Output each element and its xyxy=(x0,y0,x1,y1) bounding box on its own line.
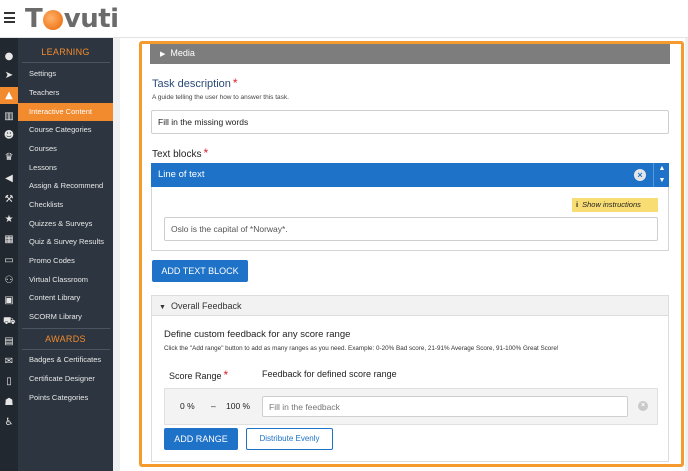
move-down-icon[interactable]: ▼ xyxy=(658,176,666,186)
sidebar-item-course-categories[interactable]: Course Categories xyxy=(18,121,113,139)
line-of-text-header[interactable]: Line of text xyxy=(151,163,669,187)
sidebar-item-content-library[interactable]: Content Library xyxy=(18,289,113,307)
sidebar-item-quiz-survey-results[interactable]: Quiz & Survey Results xyxy=(18,233,113,251)
info-icon: i xyxy=(576,200,579,209)
graduation-cap-icon[interactable]: ▲ xyxy=(0,87,18,104)
task-description-hint: A guide telling the user how to answer t… xyxy=(152,94,289,101)
range-from[interactable]: 0 % xyxy=(180,401,195,411)
sidebar-item-badges-certificates[interactable]: Badges & Certificates xyxy=(18,351,113,369)
required-mark: * xyxy=(232,76,238,90)
feedback-column-label: Feedback for defined score range xyxy=(262,369,397,379)
sidebar: LEARNING Settings Teachers Interactive C… xyxy=(18,38,113,471)
accessibility-icon[interactable]: ♿ xyxy=(3,417,15,429)
sidebar-divider xyxy=(22,62,110,63)
media-section-toggle[interactable]: ▶ Media xyxy=(150,43,670,64)
sidebar-item-assign-recommend[interactable]: Assign & Recommend xyxy=(18,177,113,195)
task-description-label: Task description * xyxy=(152,76,238,90)
table-icon[interactable]: ▦ xyxy=(3,234,15,246)
comments-icon[interactable]: ✉ xyxy=(3,356,15,368)
feedback-input[interactable]: Fill in the feedback xyxy=(262,396,628,417)
top-bar: T vuti xyxy=(0,0,688,38)
header-divider xyxy=(653,163,654,187)
required-mark: * xyxy=(203,146,209,160)
sidebar-item-courses[interactable]: Courses xyxy=(18,140,113,158)
task-description-input[interactable]: Fill in the missing words xyxy=(151,110,669,134)
address-book-icon[interactable]: ▣ xyxy=(3,295,15,307)
file-icon[interactable]: ▯ xyxy=(3,376,15,388)
feedback-intro: Define custom feedback for any score ran… xyxy=(164,329,351,340)
sidebar-item-interactive-content[interactable]: Interactive Content xyxy=(18,103,113,121)
sidebar-item-checklists[interactable]: Checklists xyxy=(18,196,113,214)
globe-icon xyxy=(42,10,63,30)
score-range-label: Score Range * xyxy=(169,368,229,382)
sidebar-divider xyxy=(22,328,110,329)
gavel-icon[interactable]: ⚒ xyxy=(3,194,15,206)
rocket-icon[interactable]: ➤ xyxy=(3,70,15,82)
show-instructions-button[interactable]: i Show instructions xyxy=(572,198,658,212)
cart-icon[interactable]: ⛟ xyxy=(3,316,16,328)
line-of-text-input[interactable]: Oslo is the capital of *Norway*. xyxy=(164,217,658,241)
card-icon[interactable]: ▭ xyxy=(3,255,15,267)
add-range-button[interactable]: ADD RANGE xyxy=(164,428,238,450)
feedback-hint: Click the "Add range" button to add as m… xyxy=(164,345,559,352)
sidebar-item-settings[interactable]: Settings xyxy=(18,65,113,83)
awards-heading: AWARDS xyxy=(45,334,86,344)
remove-range-icon[interactable]: × xyxy=(638,401,648,411)
contact-icon[interactable]: ☗ xyxy=(3,397,15,409)
overall-feedback-toggle[interactable]: ▼ Overall Feedback xyxy=(151,295,669,316)
tovuti-logo[interactable]: T vuti xyxy=(25,4,119,34)
text-blocks-label: Text blocks * xyxy=(152,146,209,160)
calendar-icon[interactable]: ▤ xyxy=(3,336,15,348)
learning-heading: LEARNING xyxy=(41,47,90,57)
hamburger-menu-icon[interactable] xyxy=(4,12,15,23)
sidebar-item-scorm-library[interactable]: SCORM Library xyxy=(18,308,113,326)
sidebar-item-points-categories[interactable]: Points Categories xyxy=(18,389,113,407)
distribute-evenly-button[interactable]: Distribute Evenly xyxy=(246,428,333,450)
icon-rail: ● ➤ ▲ ▥ ☻ ♛ ◀ ⚒ ★ ▦ ▭ ⚇ ▣ ⛟ ▤ ✉ ▯ ☗ ♿ xyxy=(0,38,18,471)
range-dash: – xyxy=(211,401,216,411)
caret-right-icon: ▶ xyxy=(160,51,166,58)
sidebar-divider xyxy=(22,349,110,350)
trophy-icon[interactable]: ♛ xyxy=(3,152,15,164)
home-icon[interactable]: ● xyxy=(3,51,15,63)
sidebar-item-teachers[interactable]: Teachers xyxy=(18,84,113,102)
chart-icon[interactable]: ▥ xyxy=(3,111,15,123)
range-to[interactable]: 100 % xyxy=(226,401,250,411)
move-up-icon[interactable]: ▲ xyxy=(658,164,666,174)
sitemap-icon[interactable]: ⚇ xyxy=(3,275,15,287)
caret-down-icon: ▼ xyxy=(159,304,166,311)
megaphone-icon[interactable]: ◀ xyxy=(3,173,15,185)
users-icon[interactable]: ☻ xyxy=(3,130,15,142)
star-icon[interactable]: ★ xyxy=(3,214,15,226)
sidebar-item-certificate-designer[interactable]: Certificate Designer xyxy=(18,370,113,388)
sidebar-item-promo-codes[interactable]: Promo Codes xyxy=(18,252,113,270)
sidebar-item-virtual-classroom[interactable]: Virtual Classroom xyxy=(18,271,113,289)
required-mark: * xyxy=(223,368,229,382)
add-text-block-button[interactable]: ADD TEXT BLOCK xyxy=(152,260,248,282)
sidebar-item-quizzes-surveys[interactable]: Quizzes & Surveys xyxy=(18,215,113,233)
sidebar-item-lessons[interactable]: Lessons xyxy=(18,159,113,177)
remove-block-icon[interactable]: × xyxy=(634,169,646,181)
